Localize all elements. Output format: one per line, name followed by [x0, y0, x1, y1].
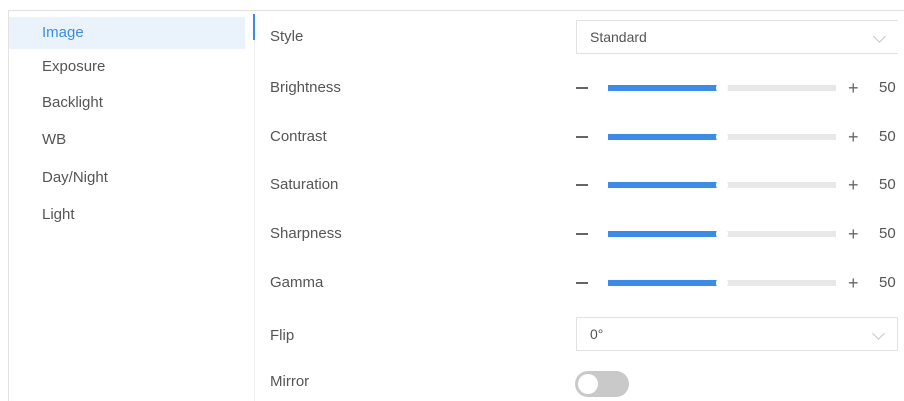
mirror-toggle-knob — [578, 374, 598, 394]
mirror-label: Mirror — [270, 373, 310, 390]
saturation-decrease-button[interactable] — [576, 184, 588, 186]
style-label: Style — [270, 28, 304, 45]
saturation-value: 50 — [879, 176, 896, 193]
gamma-fill — [608, 280, 722, 286]
flip-label: Flip — [270, 327, 295, 344]
saturation-thumb[interactable] — [716, 179, 728, 191]
saturation-increase-button[interactable]: + — [848, 176, 859, 194]
saturation-fill — [608, 182, 722, 188]
active-section-indicator — [253, 14, 255, 40]
contrast-thumb[interactable] — [716, 131, 728, 143]
sharpness-decrease-button[interactable] — [576, 233, 588, 235]
flip-select-value: 0° — [590, 326, 604, 342]
mirror-toggle[interactable] — [575, 371, 629, 397]
brightness-fill — [608, 85, 722, 91]
gamma-track[interactable] — [608, 277, 836, 289]
sidebar-item-light[interactable]: Light — [9, 199, 245, 231]
sharpness-value: 50 — [879, 225, 896, 242]
sidebar-item-backlight[interactable]: Backlight — [9, 87, 245, 119]
chevron-down-icon — [873, 30, 886, 43]
sharpness-increase-button[interactable]: + — [848, 225, 859, 243]
saturation-label: Saturation — [270, 176, 339, 193]
sidebar-item-day-night[interactable]: Day/Night — [9, 162, 245, 194]
sharpness-label: Sharpness — [270, 225, 342, 242]
gamma-slider[interactable]: + 50 — [574, 272, 899, 294]
saturation-track[interactable] — [608, 179, 836, 191]
saturation-slider[interactable]: + 50 — [574, 174, 899, 196]
contrast-increase-button[interactable]: + — [848, 128, 859, 146]
contrast-track[interactable] — [608, 131, 836, 143]
sharpness-track[interactable] — [608, 228, 836, 240]
section-divider — [254, 40, 255, 401]
contrast-fill — [608, 134, 722, 140]
style-select-value: Standard — [590, 29, 647, 45]
contrast-decrease-button[interactable] — [576, 136, 588, 138]
gamma-label: Gamma — [270, 274, 324, 291]
sharpness-slider[interactable]: + 50 — [574, 223, 899, 245]
sidebar-item-image[interactable]: Image — [9, 17, 245, 49]
sidebar-item-wb[interactable]: WB — [9, 124, 245, 156]
sharpness-thumb[interactable] — [716, 228, 728, 240]
sharpness-fill — [608, 231, 722, 237]
brightness-thumb[interactable] — [716, 82, 728, 94]
brightness-decrease-button[interactable] — [576, 87, 588, 89]
brightness-value: 50 — [879, 79, 896, 96]
brightness-label: Brightness — [270, 79, 341, 96]
brightness-increase-button[interactable]: + — [848, 79, 859, 97]
gamma-thumb[interactable] — [716, 277, 728, 289]
contrast-label: Contrast — [270, 128, 327, 145]
sidebar-item-exposure[interactable]: Exposure — [9, 51, 245, 83]
sidebar: Image Exposure Backlight WB Day/Night Li… — [9, 11, 245, 401]
contrast-slider[interactable]: + 50 — [574, 126, 899, 148]
brightness-slider[interactable]: + 50 — [574, 77, 899, 99]
gamma-increase-button[interactable]: + — [848, 274, 859, 292]
brightness-track[interactable] — [608, 82, 836, 94]
flip-select[interactable]: 0° — [576, 317, 898, 351]
gamma-value: 50 — [879, 274, 896, 291]
chevron-down-icon — [872, 327, 885, 340]
contrast-value: 50 — [879, 128, 896, 145]
gamma-decrease-button[interactable] — [576, 282, 588, 284]
style-select[interactable]: Standard — [576, 20, 898, 54]
